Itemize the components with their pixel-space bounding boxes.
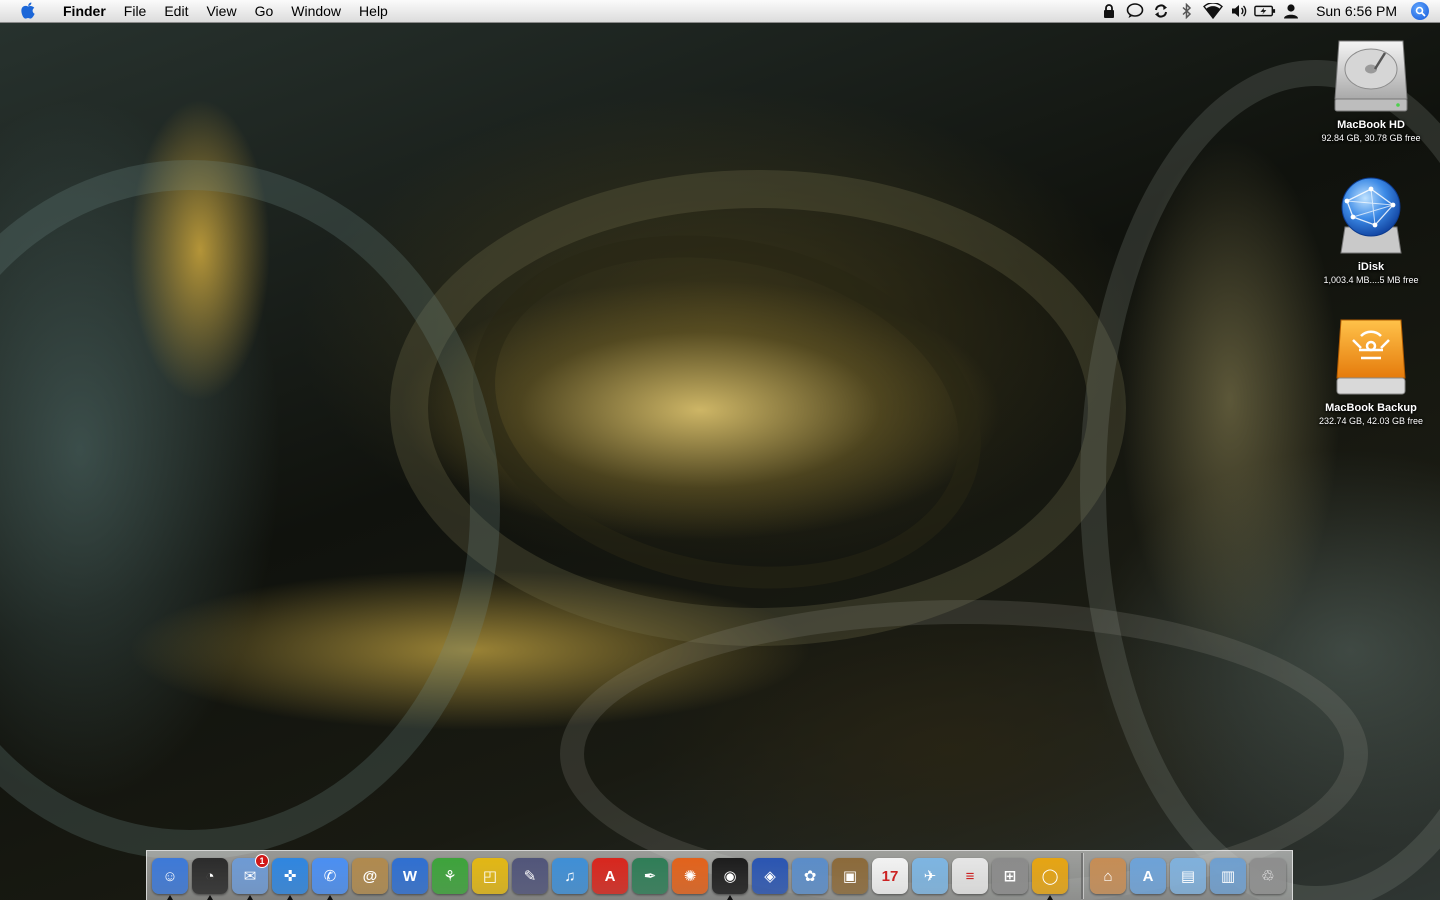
desktop-icon-idisk[interactable]: iDisk 1,003.4 MB....5 MB free bbox=[1301, 177, 1440, 286]
dock-glyph: ◯ bbox=[1041, 868, 1059, 885]
dock-glyph: ♫ bbox=[564, 867, 576, 885]
feather-icon[interactable]: ✒ bbox=[632, 858, 668, 894]
dock-glyph: ⊞ bbox=[1003, 868, 1017, 885]
desktop-icon-info: 1,003.4 MB....5 MB free bbox=[1323, 275, 1419, 285]
dock-glyph: @ bbox=[362, 867, 378, 885]
running-indicator bbox=[207, 895, 213, 900]
running-indicator bbox=[247, 895, 253, 900]
dock-glyph: ✜ bbox=[283, 868, 297, 885]
running-indicator bbox=[1047, 895, 1053, 900]
wallpaper-left-swirl bbox=[0, 160, 500, 860]
address-book-icon[interactable]: @ bbox=[352, 858, 388, 894]
dock-glyph: ▥ bbox=[1220, 868, 1236, 885]
dock-glyph: A bbox=[604, 867, 616, 885]
idisk-icon bbox=[1331, 177, 1411, 257]
word-icon[interactable]: W bbox=[392, 858, 428, 894]
desktop-icon-info: 232.74 GB, 42.03 GB free bbox=[1318, 416, 1424, 426]
apple-icon[interactable] bbox=[18, 0, 38, 22]
menu-edit[interactable]: Edit bbox=[155, 0, 197, 22]
dock-glyph: ▤ bbox=[1180, 868, 1196, 885]
dock-glyph: ✒ bbox=[643, 868, 657, 885]
menu-view[interactable]: View bbox=[197, 0, 245, 22]
dock-glyph: ⌂ bbox=[1103, 867, 1113, 885]
desktop-icon-label: iDisk bbox=[1357, 261, 1385, 273]
home-folder-icon[interactable]: ⌂ bbox=[1090, 858, 1126, 894]
desktop-icon-info: 92.84 GB, 30.78 GB free bbox=[1321, 133, 1421, 143]
dock-glyph: ♲ bbox=[1261, 868, 1275, 885]
menu-finder[interactable]: Finder bbox=[54, 0, 115, 22]
documents-folder-icon[interactable]: ▤ bbox=[1170, 858, 1206, 894]
spotlight-search-icon[interactable] bbox=[1411, 2, 1429, 20]
pinwheel-icon[interactable]: ✺ bbox=[672, 858, 708, 894]
external-drive-icon bbox=[1331, 318, 1411, 398]
volume-icon[interactable] bbox=[1228, 0, 1250, 22]
menu-go[interactable]: Go bbox=[246, 0, 283, 22]
dock-glyph: ✈ bbox=[923, 868, 937, 885]
running-indicator bbox=[167, 895, 173, 900]
textedit-icon[interactable]: ≡ bbox=[952, 858, 988, 894]
omnigraffle-icon[interactable]: ⚘ bbox=[432, 858, 468, 894]
desktop-icon-macbook-hd[interactable]: MacBook HD 92.84 GB, 30.78 GB free bbox=[1301, 35, 1440, 144]
dock-glyph: ◈ bbox=[764, 868, 776, 885]
hard-drive-icon bbox=[1331, 35, 1411, 115]
yellow-ring-icon[interactable]: ◯ bbox=[1032, 858, 1068, 894]
desktop-wallpaper bbox=[0, 0, 1440, 900]
dock-glyph: ⚘ bbox=[443, 868, 457, 885]
dock-glyph: ◉ bbox=[723, 868, 737, 885]
bluetooth-icon[interactable] bbox=[1176, 0, 1198, 22]
eye-icon[interactable]: ◈ bbox=[752, 858, 788, 894]
script-editor-icon[interactable]: ✎ bbox=[512, 858, 548, 894]
wifi-icon[interactable] bbox=[1202, 0, 1224, 22]
dock-glyph: ◰ bbox=[482, 868, 498, 885]
finder-icon[interactable]: ☺ bbox=[152, 858, 188, 894]
dock: ☺ ◔ ✉ ✜ ✆ @ W ⚘ ◰ ✎ ♫ A ✒ ✺ ◉ ◈ ✿ ▣ 17 ✈ ≡ ⊞ ◯ ⌂ A ▤ ▥ ♲ bbox=[146, 850, 1293, 900]
ichat-icon[interactable]: ✆ bbox=[312, 858, 348, 894]
applications-folder-icon[interactable]: A bbox=[1130, 858, 1166, 894]
itunes-icon[interactable]: ♫ bbox=[552, 858, 588, 894]
trash-icon[interactable]: ♲ bbox=[1250, 858, 1286, 894]
photo-presentation-icon[interactable]: ▣ bbox=[832, 858, 868, 894]
menu-bar: Finder File Edit View Go Window Help Sun… bbox=[0, 0, 1440, 23]
dock-glyph: ◔ bbox=[205, 867, 215, 885]
chat-bubble-icon[interactable] bbox=[1124, 0, 1146, 22]
acrobat-icon[interactable]: A bbox=[592, 858, 628, 894]
dock-separator bbox=[1081, 853, 1084, 899]
dock-glyph: ✎ bbox=[523, 868, 537, 885]
menu-extras: Sun 6:56 PM bbox=[1096, 0, 1440, 22]
menu-help[interactable]: Help bbox=[350, 0, 397, 22]
mail-stamp-icon[interactable]: ✈ bbox=[912, 858, 948, 894]
menu-clock[interactable]: Sun 6:56 PM bbox=[1304, 3, 1411, 19]
iphoto-icon[interactable]: ✿ bbox=[792, 858, 828, 894]
dock-glyph: ▣ bbox=[842, 868, 858, 885]
dock-glyph: ✉ bbox=[243, 868, 257, 885]
dock-glyph: ☺ bbox=[162, 867, 178, 885]
dock-glyph: ≡ bbox=[965, 867, 975, 885]
desktop-icon-macbook-backup[interactable]: MacBook Backup 232.74 GB, 42.03 GB free bbox=[1301, 318, 1440, 427]
running-indicator bbox=[327, 895, 333, 900]
aperture-icon[interactable]: ◉ bbox=[712, 858, 748, 894]
running-indicator bbox=[287, 895, 293, 900]
dock-glyph: ✿ bbox=[803, 868, 817, 885]
battery-icon[interactable] bbox=[1254, 0, 1276, 22]
sync-icon[interactable] bbox=[1150, 0, 1172, 22]
dock-glyph: ✆ bbox=[323, 868, 337, 885]
dock-glyph: ✺ bbox=[683, 868, 697, 885]
pictures-folder-icon[interactable]: ▥ bbox=[1210, 858, 1246, 894]
dock-glyph: 17 bbox=[881, 867, 899, 885]
mail-badge: 1 bbox=[255, 854, 269, 868]
desktop-icon-label: MacBook Backup bbox=[1325, 402, 1417, 414]
dock-glyph: A bbox=[1142, 867, 1154, 885]
desktop-icon-label: MacBook HD bbox=[1337, 119, 1405, 131]
running-indicator bbox=[727, 895, 733, 900]
menu-file[interactable]: File bbox=[115, 0, 156, 22]
ical-icon[interactable]: 17 bbox=[872, 858, 908, 894]
menu-window[interactable]: Window bbox=[282, 0, 350, 22]
calculator-icon[interactable]: ⊞ bbox=[992, 858, 1028, 894]
user-icon[interactable] bbox=[1280, 0, 1302, 22]
dock-glyph: W bbox=[402, 867, 418, 885]
dashboard-icon[interactable]: ◔ bbox=[192, 858, 228, 894]
lock-icon[interactable] bbox=[1098, 0, 1120, 22]
pages-icon[interactable]: ◰ bbox=[472, 858, 508, 894]
safari-icon[interactable]: ✜ bbox=[272, 858, 308, 894]
